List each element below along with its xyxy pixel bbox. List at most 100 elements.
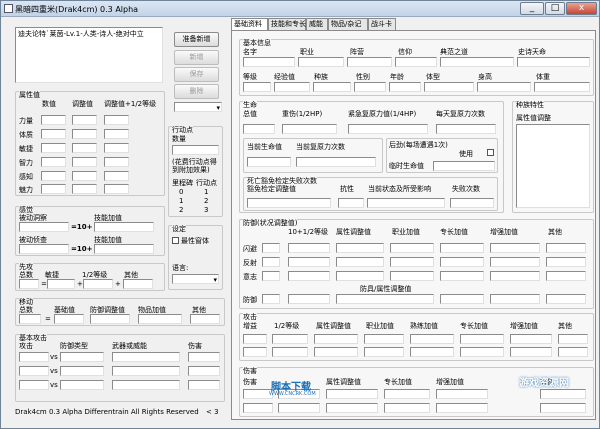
dmg-cell[interactable] — [326, 403, 378, 413]
initiative-dex[interactable] — [47, 279, 75, 289]
defense-type-field[interactable] — [60, 380, 104, 390]
dmg-cell[interactable] — [540, 389, 586, 399]
death-fails-field[interactable] — [450, 198, 494, 208]
faction-field[interactable] — [347, 57, 392, 67]
name-field[interactable] — [243, 57, 295, 67]
passive-insight-field[interactable] — [19, 244, 69, 254]
con-adjust[interactable] — [72, 129, 97, 139]
atk-cell[interactable] — [410, 347, 454, 357]
xp-field[interactable] — [274, 82, 310, 92]
dmg-cell[interactable] — [278, 403, 320, 413]
int-adjust-level[interactable] — [104, 157, 129, 167]
int-adjust[interactable] — [72, 157, 97, 167]
surge-value-field[interactable] — [348, 124, 428, 134]
def-cell[interactable] — [440, 243, 484, 253]
build-field[interactable] — [424, 82, 474, 92]
dmg-cell[interactable] — [436, 403, 488, 413]
atk-cell[interactable] — [460, 334, 504, 344]
def-cell[interactable] — [336, 257, 384, 267]
movement-other[interactable] — [190, 314, 220, 324]
passive-insight-bonus[interactable] — [94, 244, 154, 254]
cha-adjust-level[interactable] — [104, 184, 129, 194]
weapon-field[interactable] — [112, 366, 180, 376]
deity-field[interactable] — [395, 57, 437, 67]
atk-cell[interactable] — [510, 347, 552, 357]
atk-cell[interactable] — [314, 347, 358, 357]
save-button[interactable]: 保存 — [174, 67, 219, 82]
def-cell[interactable] — [288, 243, 330, 253]
def-cell[interactable] — [440, 271, 484, 281]
cha-adjust[interactable] — [72, 184, 97, 194]
movement-total[interactable] — [19, 314, 41, 324]
character-summary-box[interactable]: 迪夫论特`莱茵-Lv.1-人类-诗人-绝对中立 — [15, 27, 163, 83]
weight-field[interactable] — [534, 82, 590, 92]
wis-adjust[interactable] — [72, 171, 97, 181]
def-cell[interactable] — [390, 243, 434, 253]
str-adjust-level[interactable] — [104, 115, 129, 125]
initiative-total[interactable] — [19, 279, 39, 289]
character-select[interactable]: ▾ — [174, 102, 222, 112]
minimize-button[interactable]: _ — [520, 2, 544, 15]
atk-cell[interactable] — [272, 334, 308, 344]
movement-item[interactable] — [138, 314, 182, 324]
def-cell[interactable] — [288, 257, 330, 267]
dex-value[interactable] — [41, 143, 66, 153]
attack-field[interactable] — [19, 366, 49, 376]
dmg-cell[interactable] — [243, 403, 273, 413]
temp-hp-field[interactable] — [433, 161, 495, 171]
tab-items-notes[interactable]: 物品/杂记 — [328, 18, 368, 30]
atk-cell[interactable] — [460, 347, 504, 357]
maximize-button[interactable]: □ — [545, 2, 565, 15]
def-cell[interactable] — [390, 257, 434, 267]
atk-cell[interactable] — [314, 334, 358, 344]
race-field[interactable] — [313, 82, 351, 92]
atk-cell[interactable] — [243, 347, 267, 357]
damage-field[interactable] — [188, 366, 220, 376]
defense-type-field[interactable] — [60, 352, 104, 362]
dex-adjust[interactable] — [72, 143, 97, 153]
def-cell[interactable] — [440, 257, 484, 267]
atk-cell[interactable] — [272, 347, 308, 357]
gender-field[interactable] — [354, 82, 386, 92]
weapon-field[interactable] — [112, 352, 180, 362]
initiative-other[interactable] — [123, 279, 153, 289]
add-button[interactable]: 新增 — [174, 50, 219, 65]
atk-cell[interactable] — [558, 334, 588, 344]
def-total[interactable] — [262, 294, 280, 304]
racial-traits-box[interactable] — [516, 124, 590, 208]
def-cell[interactable] — [490, 271, 540, 281]
def-total[interactable] — [262, 257, 280, 267]
con-adjust-level[interactable] — [104, 129, 129, 139]
current-surges-field[interactable] — [296, 157, 376, 167]
initiative-level[interactable] — [83, 279, 113, 289]
def-cell[interactable] — [288, 271, 330, 281]
damage-field[interactable] — [188, 352, 220, 362]
def-cell[interactable] — [546, 294, 586, 304]
def-cell[interactable] — [490, 294, 540, 304]
delete-button[interactable]: 删除 — [174, 84, 219, 99]
wis-adjust-level[interactable] — [104, 171, 129, 181]
status-field[interactable] — [367, 198, 445, 208]
con-value[interactable] — [41, 129, 66, 139]
weapon-field[interactable] — [112, 380, 180, 390]
def-cell[interactable] — [390, 271, 434, 281]
age-field[interactable] — [389, 82, 421, 92]
class-field[interactable] — [298, 57, 344, 67]
armor-attr-field[interactable] — [336, 294, 434, 304]
dex-adjust-level[interactable] — [104, 143, 129, 153]
dmg-cell[interactable] — [436, 389, 488, 399]
atk-cell[interactable] — [410, 334, 454, 344]
def-total[interactable] — [262, 271, 280, 281]
movement-base[interactable] — [54, 314, 84, 324]
def-total[interactable] — [262, 243, 280, 253]
hp-total[interactable] — [243, 124, 275, 134]
bloodied-field[interactable] — [282, 124, 337, 134]
def-cell[interactable] — [546, 243, 586, 253]
close-button[interactable]: x — [566, 2, 597, 15]
atk-cell[interactable] — [364, 334, 404, 344]
defense-type-field[interactable] — [60, 366, 104, 376]
passive-detect-field[interactable] — [19, 222, 69, 232]
int-value[interactable] — [41, 157, 66, 167]
attack-field[interactable] — [19, 380, 49, 390]
atk-cell[interactable] — [243, 334, 267, 344]
